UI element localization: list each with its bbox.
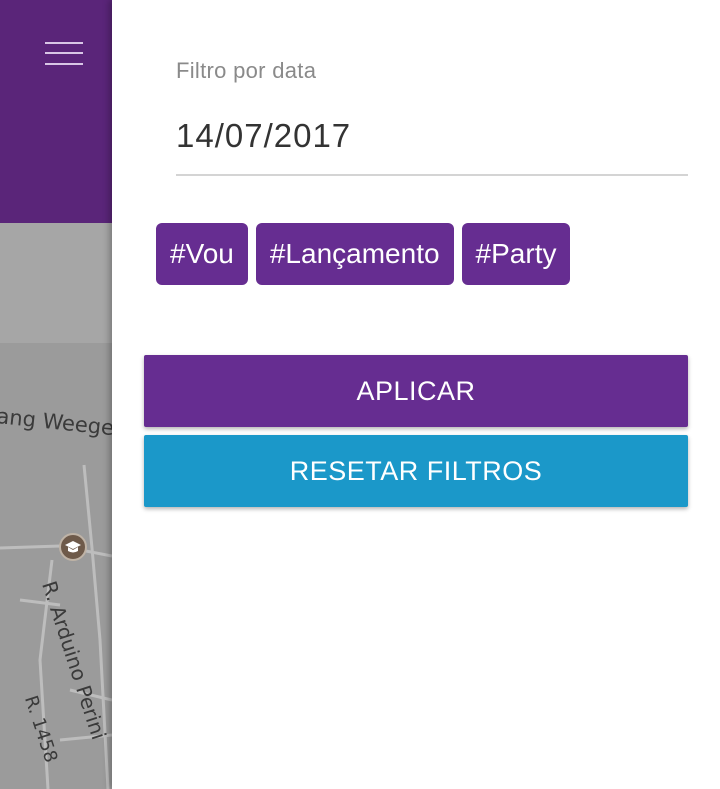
date-filter-input[interactable] xyxy=(176,108,688,176)
tag-chip[interactable]: #Vou xyxy=(156,223,248,285)
background-app: ang Weege R. Arduino Perini R. 1458 xyxy=(0,0,112,789)
tag-list: #Vou #Lançamento #Party xyxy=(156,223,571,285)
filter-drawer: Filtro por data #Vou #Lançamento #Party … xyxy=(112,0,720,789)
date-filter-label: Filtro por data xyxy=(176,58,317,83)
graduation-cap-icon[interactable] xyxy=(59,533,87,561)
tag-chip[interactable]: #Party xyxy=(461,223,571,285)
map-roads xyxy=(0,464,112,789)
apply-button[interactable]: APLICAR xyxy=(144,355,688,427)
reset-filters-button[interactable]: RESETAR FILTROS xyxy=(144,435,688,507)
tag-chip[interactable]: #Lançamento xyxy=(255,223,454,285)
